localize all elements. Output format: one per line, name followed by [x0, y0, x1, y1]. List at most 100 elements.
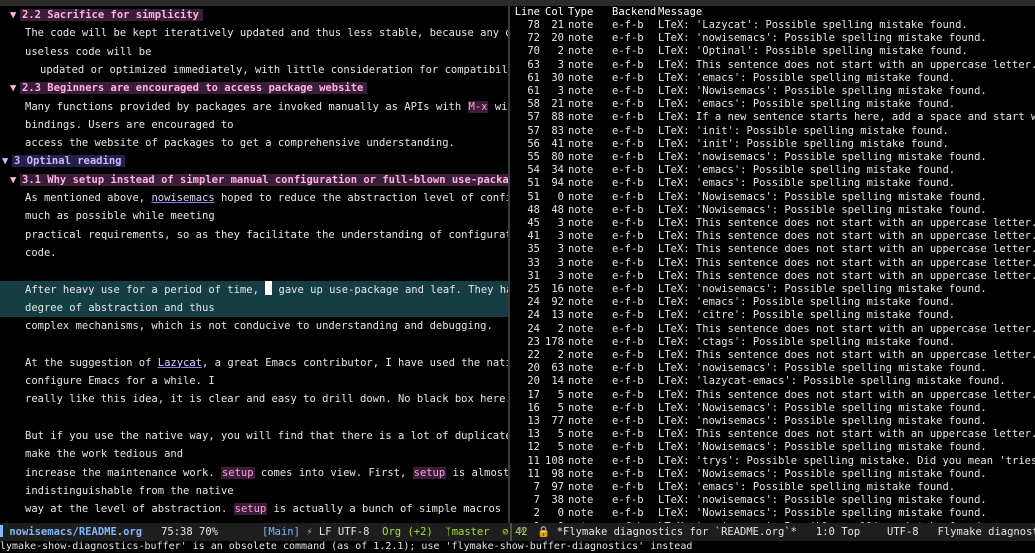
flymake-encoding[interactable]: UTF-8 — [887, 526, 919, 538]
flymake-table-header[interactable]: Line Col Type Backend Message — [510, 6, 1035, 19]
fold-triangle-icon[interactable]: ▼ — [10, 79, 20, 97]
org-text-line[interactable]: complex mechanisms, which is not conduci… — [0, 317, 508, 335]
org-text-line[interactable]: make the work tedious and — [0, 445, 508, 463]
diagnostic-row[interactable]: 57 88 note e-f-b LTeX: If a new sentence sta… — [510, 111, 1035, 124]
fold-triangle-icon[interactable]: ▼ — [2, 152, 12, 170]
org-heading[interactable]: ▼ 3.1 Why setup instead of simpler manual… — [0, 171, 508, 189]
header-col[interactable]: Col — [542, 6, 564, 19]
diag-backend: e-f-b — [612, 401, 644, 414]
blank-line[interactable] — [0, 409, 508, 427]
org-heading[interactable]: ▼ 3 Optinal reading — [0, 152, 508, 170]
diagnostic-row[interactable]: 20 14 note e-f-b LTeX: 'lazycat-emacs': Poss… — [510, 375, 1035, 388]
flymake-mode[interactable]: Flymake diagnostics — [938, 526, 1035, 538]
diagnostic-row[interactable]: 7 97 note e-f-b LTeX: 'emacs': Possible spel… — [510, 481, 1035, 494]
org-text-line[interactable]: updated or optimized immediately, with l… — [0, 61, 508, 79]
diagnostic-row[interactable]: 25 16 note e-f-b LTeX: 'nowisemacs': Possibl… — [510, 283, 1035, 296]
diagnostic-row[interactable]: 24 2 note e-f-b LTeX: This sentence does not… — [510, 323, 1035, 336]
diagnostic-row[interactable]: 13 77 note e-f-b LTeX: 'nowisemacs': Possibl… — [510, 415, 1035, 428]
diagnostic-row[interactable]: 51 94 note e-f-b LTeX: 'emacs': Possible spe… — [510, 177, 1035, 190]
major-mode[interactable]: Org (+2) — [382, 526, 433, 538]
diagnostic-row[interactable]: 31 3 note e-f-b LTeX: This sentence does not… — [510, 270, 1035, 283]
diagnostic-row[interactable]: 11 98 note e-f-b LTeX: 'Nowisemacs': Possibl… — [510, 468, 1035, 481]
diagnostic-row[interactable]: 63 3 note e-f-b LTeX: This sentence does not… — [510, 59, 1035, 72]
header-backend[interactable]: Backend — [612, 6, 656, 19]
eol-encoding[interactable]: LF UTF-8 — [319, 526, 370, 538]
fold-triangle-icon[interactable]: ▼ — [10, 6, 20, 24]
org-heading-text: 2.3 Beginners are encouraged to access p… — [20, 82, 368, 95]
org-text-line[interactable]: practical requirements, so as they facil… — [0, 226, 508, 244]
diagnostic-row[interactable]: 61 30 note e-f-b LTeX: 'emacs': Possible spe… — [510, 72, 1035, 85]
diag-message: LTeX: This sentence does not start with … — [658, 322, 1035, 335]
git-branch[interactable]: master — [452, 526, 490, 538]
org-text-line[interactable]: bindings. Users are encouraged to — [0, 116, 508, 134]
org-editor-pane[interactable]: ▼ 2.2 Sacrifice for simplicity The code wi… — [0, 6, 508, 523]
org-text-line[interactable]: As mentioned above, nowisemacs hoped to … — [0, 189, 508, 207]
header-message[interactable]: Message — [658, 6, 1035, 19]
project-name[interactable]: [Main] — [262, 526, 300, 538]
diagnostic-row[interactable]: 58 21 note e-f-b LTeX: 'emacs': Possible spe… — [510, 98, 1035, 111]
org-verbatim: setup — [220, 466, 255, 479]
diagnostic-row[interactable]: 48 48 note e-f-b LTeX: 'Nowisemacs': Possibl… — [510, 204, 1035, 217]
diagnostic-row[interactable]: 54 34 note e-f-b LTeX: 'emacs': Possible spe… — [510, 164, 1035, 177]
diagnostic-row[interactable]: 70 2 note e-f-b LTeX: 'Optinal': Possible sp… — [510, 45, 1035, 58]
diag-backend: e-f-b — [612, 494, 644, 507]
diagnostic-row[interactable]: 35 3 note e-f-b LTeX: This sentence does not… — [510, 243, 1035, 256]
diag-message: LTeX: 'nowisemacs': Possible spelling mi… — [658, 494, 987, 507]
diagnostic-row[interactable]: 33 3 note e-f-b LTeX: This sentence does not… — [510, 257, 1035, 270]
org-text-line[interactable]: configure Emacs for a while. I — [0, 372, 508, 390]
org-text-line[interactable]: But if you use the native way, you will … — [0, 427, 508, 445]
diagnostic-row[interactable]: 23 178 note e-f-b LTeX: 'ctags': Possible sp… — [510, 336, 1035, 349]
org-link[interactable]: nowisemacs — [151, 192, 214, 204]
diagnostic-row[interactable]: 24 92 note e-f-b LTeX: 'emacs': Possible spe… — [510, 296, 1035, 309]
diag-type: note — [568, 441, 594, 454]
diagnostic-row[interactable]: 20 63 note e-f-b LTeX: 'nowisemacs': Possibl… — [510, 362, 1035, 375]
org-text-line[interactable]: After heavy use for a period of time, ga… — [0, 280, 508, 299]
diagnostic-row[interactable]: 72 20 note e-f-b LTeX: 'nowisemacs': Possibl… — [510, 32, 1035, 45]
diagnostic-row[interactable]: 16 5 note e-f-b LTeX: 'Nowisemacs': Possible… — [510, 402, 1035, 415]
diagnostic-row[interactable]: 45 3 note e-f-b LTeX: This sentence does not… — [510, 217, 1035, 230]
flymake-buffer-name[interactable]: *Flymake diagnostics for `README.org`* — [557, 526, 797, 538]
fold-triangle-icon[interactable]: ▼ — [10, 171, 20, 189]
flymake-diagnostics-pane[interactable]: Line Col Type Backend Message 78 21 note e-… — [510, 6, 1035, 523]
org-text-line[interactable]: indistinguishable from the native — [0, 482, 508, 500]
org-text-line[interactable]: increase the maintenance work. setup com… — [0, 464, 508, 482]
org-text-line[interactable]: Many functions provided by packages are … — [0, 98, 508, 116]
org-text: practical requirements, so as they facil… — [25, 228, 508, 241]
diagnostic-row[interactable]: 11 108 note e-f-b LTeX: 'trys': Possible spe… — [510, 455, 1035, 468]
org-link[interactable]: Lazycat — [158, 357, 202, 369]
diagnostic-row[interactable]: 24 13 note e-f-b LTeX: 'citre': Possible spe… — [510, 309, 1035, 322]
diagnostic-row[interactable]: 22 2 note e-f-b LTeX: This sentence does not… — [510, 349, 1035, 362]
diag-type: note — [568, 454, 594, 467]
org-text-line[interactable]: At the suggestion of Lazycat, a great Em… — [0, 354, 508, 372]
diagnostic-row[interactable]: 13 5 note e-f-b LTeX: This sentence does not… — [510, 428, 1035, 441]
org-heading[interactable]: ▼ 2.2 Sacrifice for simplicity — [0, 6, 508, 24]
header-type[interactable]: Type — [568, 6, 593, 19]
diag-col: 41 — [551, 137, 564, 150]
diagnostic-row[interactable]: 56 41 note e-f-b LTeX: 'init': Possible spel… — [510, 138, 1035, 151]
org-text-line[interactable]: access the website of packages to get a … — [0, 134, 508, 152]
diagnostic-row[interactable]: 57 83 note e-f-b LTeX: 'init': Possible spel… — [510, 125, 1035, 138]
org-text-line[interactable]: useless code will be — [0, 43, 508, 61]
diagnostic-row[interactable]: 61 3 note e-f-b LTeX: 'Nowisemacs': Possible… — [510, 85, 1035, 98]
buffer-name[interactable]: nowisemacs/README.org — [9, 526, 142, 538]
diagnostic-row[interactable]: 7 38 note e-f-b LTeX: 'nowisemacs': Possible… — [510, 494, 1035, 507]
org-text-line[interactable]: degree of abstraction and thus — [0, 298, 508, 317]
org-heading[interactable]: ▼ 2.3 Beginners are encouraged to access … — [0, 79, 508, 97]
check-circle-icon: ⊘ — [502, 526, 509, 538]
org-text-line[interactable]: really like this idea, it is clear and e… — [0, 390, 508, 408]
diagnostic-row[interactable]: 55 80 note e-f-b LTeX: 'nowisemacs': Possibl… — [510, 151, 1035, 164]
diag-col: 21 — [551, 98, 564, 111]
diagnostic-row[interactable]: 2 0 note e-f-b LTeX: 'Nowisemacs': Possible … — [510, 507, 1035, 520]
blank-line[interactable] — [0, 335, 508, 353]
org-text-line[interactable]: much as possible while meeting — [0, 207, 508, 225]
diagnostic-row[interactable]: 17 5 note e-f-b LTeX: This sentence does not… — [510, 389, 1035, 402]
blank-line[interactable] — [0, 262, 508, 280]
org-text-line[interactable]: The code will be kept iteratively update… — [0, 24, 508, 42]
org-text-line[interactable]: code. — [0, 244, 508, 262]
org-text-line[interactable]: way at the level of abstraction. setup i… — [0, 500, 508, 518]
diagnostic-row[interactable]: 78 21 note e-f-b LTeX: 'Lazycat': Possible s… — [510, 19, 1035, 32]
diagnostic-row[interactable]: 41 3 note e-f-b LTeX: This sentence does not… — [510, 230, 1035, 243]
diagnostic-row[interactable]: 12 5 note e-f-b LTeX: 'Nowisemacs': Possible… — [510, 441, 1035, 454]
header-line[interactable]: Line — [510, 6, 540, 19]
diagnostic-row[interactable]: 51 0 note e-f-b LTeX: 'Nowisemacs': Possible… — [510, 191, 1035, 204]
